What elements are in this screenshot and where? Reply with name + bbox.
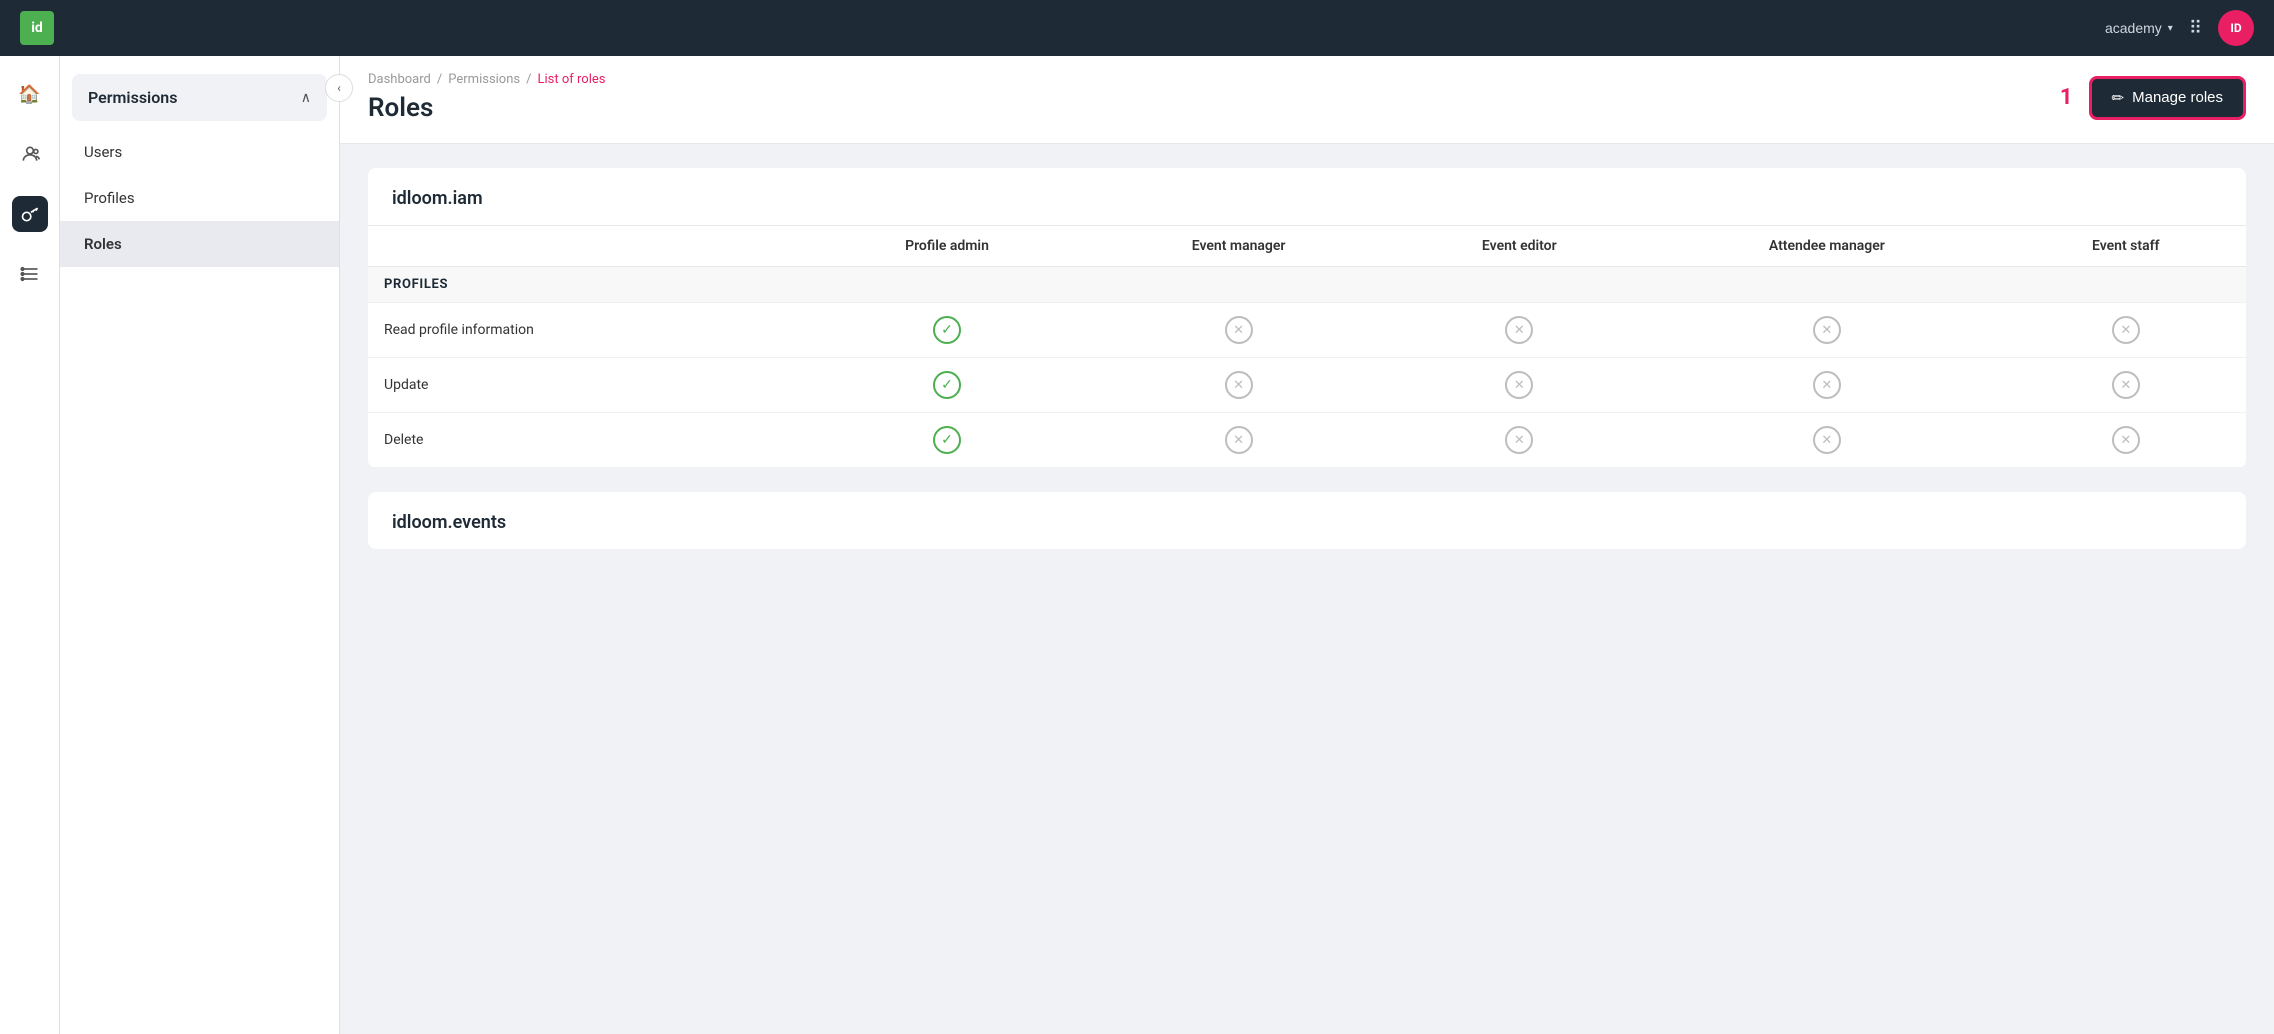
row-update-event-staff: ✕ bbox=[2006, 358, 2246, 413]
row-update-label: Update bbox=[368, 358, 807, 413]
academy-label: academy bbox=[2105, 20, 2162, 36]
chevron-up-icon: ∧ bbox=[301, 90, 311, 106]
x-icon: ✕ bbox=[2112, 371, 2140, 399]
collapse-button[interactable]: ‹ bbox=[325, 74, 353, 102]
page-header-left: Dashboard / Permissions / List of roles … bbox=[368, 72, 605, 123]
col-header-event-manager: Event manager bbox=[1087, 226, 1391, 267]
row-read-event-editor: ✕ bbox=[1390, 303, 1648, 358]
x-icon: ✕ bbox=[1225, 316, 1253, 344]
sidebar-item-roles[interactable]: Roles bbox=[60, 221, 339, 267]
x-icon: ✕ bbox=[2112, 426, 2140, 454]
x-icon: ✕ bbox=[1813, 316, 1841, 344]
sidebar-item-profiles-label: Profiles bbox=[84, 189, 135, 207]
avatar[interactable]: ID bbox=[2218, 10, 2254, 46]
breadcrumb-dashboard[interactable]: Dashboard bbox=[368, 72, 431, 87]
x-icon: ✕ bbox=[1225, 371, 1253, 399]
sidebar-icon-list[interactable] bbox=[12, 256, 48, 292]
row-delete-attendee-manager: ✕ bbox=[1648, 413, 2005, 468]
academy-button[interactable]: academy ▾ bbox=[2105, 20, 2173, 36]
col-header-event-staff: Event staff bbox=[2006, 226, 2246, 267]
page-header-right: 1 ✏ Manage roles bbox=[2060, 76, 2246, 120]
row-delete-event-manager: ✕ bbox=[1087, 413, 1391, 468]
sidebar-icon-users[interactable] bbox=[12, 136, 48, 172]
row-read-event-staff: ✕ bbox=[2006, 303, 2246, 358]
check-icon: ✓ bbox=[933, 426, 961, 454]
section-iam-title: idloom.iam bbox=[368, 168, 2246, 225]
row-update-admin: ✓ bbox=[807, 358, 1087, 413]
table-row: Update ✓ ✕ ✕ ✕ ✕ bbox=[368, 358, 2246, 413]
row-read-profile-label: Read profile information bbox=[368, 303, 807, 358]
row-update-attendee-manager: ✕ bbox=[1648, 358, 2005, 413]
col-header-event-editor: Event editor bbox=[1390, 226, 1648, 267]
breadcrumb-sep1: / bbox=[437, 72, 442, 87]
step-number: 1 bbox=[2060, 85, 2073, 110]
breadcrumb-permissions[interactable]: Permissions bbox=[448, 72, 520, 87]
check-icon: ✓ bbox=[933, 371, 961, 399]
x-icon: ✕ bbox=[1505, 426, 1533, 454]
breadcrumb-sep2: / bbox=[526, 72, 531, 87]
table-row: Read profile information ✓ ✕ ✕ ✕ ✕ bbox=[368, 303, 2246, 358]
row-delete-event-editor: ✕ bbox=[1390, 413, 1648, 468]
group-label-profiles: PROFILES bbox=[368, 267, 2246, 303]
left-sidebar: ‹ Permissions ∧ Users Profiles Roles bbox=[60, 56, 340, 1034]
topnav-right: academy ▾ ⠿ ID bbox=[2105, 10, 2254, 46]
x-icon: ✕ bbox=[1813, 426, 1841, 454]
sidebar-icon-key[interactable] bbox=[12, 196, 48, 232]
section-idloom-events: idloom.events bbox=[368, 492, 2246, 549]
manage-roles-button[interactable]: ✏ Manage roles bbox=[2089, 76, 2246, 120]
row-update-event-editor: ✕ bbox=[1390, 358, 1648, 413]
sidebar-icon-home[interactable]: 🏠 bbox=[12, 76, 48, 112]
roles-table-iam: Profile admin Event manager Event editor… bbox=[368, 225, 2246, 468]
row-delete-admin: ✓ bbox=[807, 413, 1087, 468]
chevron-down-icon: ▾ bbox=[2168, 23, 2173, 34]
table-row: Delete ✓ ✕ ✕ ✕ ✕ bbox=[368, 413, 2246, 468]
x-icon: ✕ bbox=[2112, 316, 2140, 344]
x-icon: ✕ bbox=[1505, 371, 1533, 399]
group-header-profiles: PROFILES bbox=[368, 267, 2246, 303]
check-icon: ✓ bbox=[933, 316, 961, 344]
topnav-left: id bbox=[20, 11, 54, 45]
section-idloom-iam: idloom.iam Profile admin Event manager E… bbox=[368, 168, 2246, 468]
row-read-profile-admin: ✓ bbox=[807, 303, 1087, 358]
main-layout: 🏠 ‹ Permissions ∧ Users bbox=[0, 56, 2274, 1034]
grid-icon[interactable]: ⠿ bbox=[2189, 18, 2202, 39]
manage-roles-label: Manage roles bbox=[2132, 89, 2223, 106]
page-header: Dashboard / Permissions / List of roles … bbox=[340, 56, 2274, 144]
x-icon: ✕ bbox=[1813, 371, 1841, 399]
x-icon: ✕ bbox=[1505, 316, 1533, 344]
row-delete-label: Delete bbox=[368, 413, 807, 468]
table-header-row: Profile admin Event manager Event editor… bbox=[368, 226, 2246, 267]
topnav: id academy ▾ ⠿ ID bbox=[0, 0, 2274, 56]
content-area: Dashboard / Permissions / List of roles … bbox=[340, 56, 2274, 1034]
row-read-event-manager: ✕ bbox=[1087, 303, 1391, 358]
sidebar-section-title: Permissions bbox=[88, 88, 177, 107]
x-icon: ✕ bbox=[1225, 426, 1253, 454]
sidebar-item-users[interactable]: Users bbox=[60, 129, 339, 175]
row-read-attendee-manager: ✕ bbox=[1648, 303, 2005, 358]
row-delete-event-staff: ✕ bbox=[2006, 413, 2246, 468]
sidebar-item-users-label: Users bbox=[84, 143, 122, 161]
col-header-attendee-manager: Attendee manager bbox=[1648, 226, 2005, 267]
sidebar-item-profiles[interactable]: Profiles bbox=[60, 175, 339, 221]
breadcrumb-current: List of roles bbox=[538, 72, 606, 87]
section-events-title: idloom.events bbox=[368, 492, 2246, 549]
logo[interactable]: id bbox=[20, 11, 54, 45]
breadcrumb: Dashboard / Permissions / List of roles bbox=[368, 72, 605, 87]
col-header-name bbox=[368, 226, 807, 267]
pencil-icon: ✏ bbox=[2112, 89, 2125, 107]
icon-sidebar: 🏠 bbox=[0, 56, 60, 1034]
sidebar-item-roles-label: Roles bbox=[84, 235, 122, 253]
content-body: idloom.iam Profile admin Event manager E… bbox=[340, 144, 2274, 597]
row-update-event-manager: ✕ bbox=[1087, 358, 1391, 413]
col-header-profile-admin: Profile admin bbox=[807, 226, 1087, 267]
page-title: Roles bbox=[368, 93, 605, 123]
permissions-header[interactable]: Permissions ∧ bbox=[72, 74, 327, 121]
